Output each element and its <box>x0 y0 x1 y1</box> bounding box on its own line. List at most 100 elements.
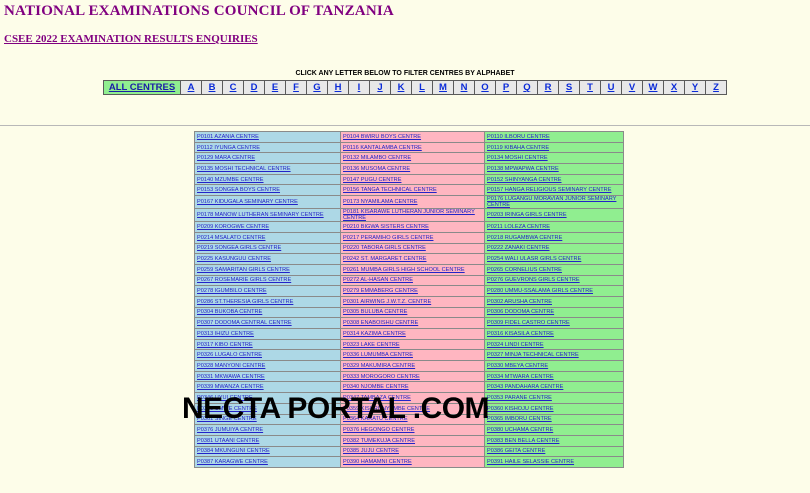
centre-link[interactable]: P0140 MZUMBE CENTRE <box>197 177 264 183</box>
centre-link[interactable]: P0267 ROSEMARIE GIRLS CENTRE <box>197 277 291 283</box>
centre-link[interactable]: P0339 MWANZA CENTRE <box>197 384 264 390</box>
letter-filter-d[interactable]: D <box>244 81 265 94</box>
letter-filter-q[interactable]: Q <box>517 81 538 94</box>
centre-link[interactable]: P0328 MANYONI CENTRE <box>197 363 265 369</box>
centre-link[interactable]: P0217 PERAMIHO GIRLS CENTRE <box>343 235 433 241</box>
centre-link[interactable]: P0167 KIDUGALA SEMINARY CENTRE <box>197 199 298 205</box>
letter-filter-w[interactable]: W <box>643 81 664 94</box>
letter-filter-e[interactable]: E <box>265 81 286 94</box>
centre-link[interactable]: P0343 PANDAHARA CENTRE <box>487 384 563 390</box>
centre-link[interactable]: P0386 GEITA CENTRE <box>487 448 545 454</box>
letter-filter-k[interactable]: K <box>391 81 412 94</box>
centre-link[interactable]: P0302 ARUSHA CENTRE <box>487 299 552 305</box>
centre-link[interactable]: P0317 KIBO CENTRE <box>197 342 253 348</box>
letter-filter-m[interactable]: M <box>433 81 454 94</box>
centre-link[interactable]: P0259 SAMARITAN GIRLS CENTRE <box>197 267 290 273</box>
centre-link[interactable]: P0178 MANOW LUTHERAN SEMINARY CENTRE <box>197 212 324 218</box>
centre-link[interactable]: P0220 TABORA GIRLS CENTRE <box>343 245 426 251</box>
letter-filter-i[interactable]: I <box>349 81 370 94</box>
centre-link[interactable]: P0327 MINJA TECHNICAL CENTRE <box>487 352 579 358</box>
centre-link[interactable]: P0309 FIDEL CASTRO CENTRE <box>487 320 570 326</box>
centre-link[interactable]: P0326 LUGALO CENTRE <box>197 352 262 358</box>
centre-link[interactable]: P0384 MKUNGUNI CENTRE <box>197 448 270 454</box>
letter-filter-t[interactable]: T <box>580 81 601 94</box>
centre-link[interactable]: P0381 UTAANI CENTRE <box>197 438 259 444</box>
letter-filter-p[interactable]: P <box>496 81 517 94</box>
letter-filter-n[interactable]: N <box>454 81 475 94</box>
centre-link[interactable]: P0313 IHIZU CENTRE <box>197 331 254 337</box>
letter-filter-s[interactable]: S <box>559 81 580 94</box>
centre-link[interactable]: P0340 NJOMBE CENTRE <box>343 384 409 390</box>
letter-filter-b[interactable]: B <box>202 81 223 94</box>
centre-link[interactable]: P0211 LOLEZA CENTRE <box>487 224 550 230</box>
centre-link[interactable]: P0203 IRINGA GIRLS CENTRE <box>487 212 567 218</box>
letter-filter-u[interactable]: U <box>601 81 622 94</box>
centre-link[interactable]: P0173 NYAMILAMA CENTRE <box>343 199 418 205</box>
centre-link[interactable]: P0323 LAKE CENTRE <box>343 342 400 348</box>
centre-link[interactable]: P0156 TANGA TECHNICAL CENTRE <box>343 187 437 193</box>
centre-link[interactable]: P0365 IMBORU CENTRE <box>487 416 552 422</box>
centre-link[interactable]: P0210 BIGWA SISTERS CENTRE <box>343 224 429 230</box>
centre-link[interactable]: P0278 IGUMBILO CENTRE <box>197 288 267 294</box>
letter-filter-y[interactable]: Y <box>685 81 706 94</box>
letter-filter-z[interactable]: Z <box>706 81 726 94</box>
centre-link[interactable]: P0242 ST. MARGARET CENTRE <box>343 256 427 262</box>
centre-link[interactable]: P0385 JUJU CENTRE <box>343 448 399 454</box>
centre-link[interactable]: P0138 MPWAPWA CENTRE <box>487 166 559 172</box>
centre-link[interactable]: P0387 KARAGWE CENTRE <box>197 459 268 465</box>
centre-link[interactable]: P0181 KISARAWE LUTHERAN JUNIOR SEMINARY … <box>343 209 475 221</box>
centre-link[interactable]: P0301 AIRWING J.W.T.Z. CENTRE <box>343 299 431 305</box>
centre-link[interactable]: P0272 AL-HASAN CENTRE <box>343 277 413 283</box>
all-centres-link[interactable]: ALL CENTRES <box>104 81 181 94</box>
letter-filter-f[interactable]: F <box>286 81 307 94</box>
centre-link[interactable]: P0330 MBEYA CENTRE <box>487 363 548 369</box>
centre-link[interactable]: P0112 IYUNGA CENTRE <box>197 145 260 151</box>
letter-filter-x[interactable]: X <box>664 81 685 94</box>
centre-link[interactable]: P0152 SHINYANGA CENTRE <box>487 177 562 183</box>
centre-link[interactable]: P0157 HANGA RELIGIOUS SEMINARY CENTRE <box>487 187 611 193</box>
centre-link[interactable]: P0225 KASUNGUU CENTRE <box>197 256 271 262</box>
centre-link[interactable]: P0254 WALI ULASR GIRLS CENTRE <box>487 256 581 262</box>
centre-link[interactable]: P0218 RUGAMBWA CENTRE <box>487 235 562 241</box>
centre-link[interactable]: P0286 ST.THERESIA GIRLS CENTRE <box>197 299 293 305</box>
centre-link[interactable]: P0153 SONGEA BOYS CENTRE <box>197 187 280 193</box>
letter-filter-v[interactable]: V <box>622 81 643 94</box>
centre-link[interactable]: P0136 MUSOMA CENTRE <box>343 166 410 172</box>
centre-link[interactable]: P0383 BEN BELLA CENTRE <box>487 438 559 444</box>
centre-link[interactable]: P0380 UCHAMA CENTRE <box>487 427 553 433</box>
centre-link[interactable]: P0209 KOROGWE CENTRE <box>197 224 269 230</box>
centre-link[interactable]: P0376 HEGONGO CENTRE <box>343 427 415 433</box>
letter-filter-o[interactable]: O <box>475 81 496 94</box>
centre-link[interactable]: P0314 KAZIMA CENTRE <box>343 331 406 337</box>
centre-link[interactable]: P0104 BWIRU BOYS CENTRE <box>343 134 421 140</box>
centre-link[interactable]: P0376 JUMUIYA CENTRE <box>197 427 263 433</box>
centre-link[interactable]: P0276 GUEVRONS GIRLS CENTRE <box>487 277 580 283</box>
centre-link[interactable]: P0280 UMMU-SSALAMA GIRLS CENTRE <box>487 288 593 294</box>
centre-link[interactable]: P0336 LUMUMBA CENTRE <box>343 352 413 358</box>
centre-link[interactable]: P0134 MOSHI CENTRE <box>487 155 548 161</box>
centre-link[interactable]: P0304 BUKOBA CENTRE <box>197 309 262 315</box>
centre-link[interactable]: P0331 MKWAWA CENTRE <box>197 374 265 380</box>
centre-link[interactable]: P0219 SONGEA GIRLS CENTRE <box>197 245 281 251</box>
centre-link[interactable]: P0329 MAKUMIRA CENTRE <box>343 363 415 369</box>
centre-link[interactable]: P0391 HAILE SELASSIE CENTRE <box>487 459 574 465</box>
centre-link[interactable]: P0176 LUGANGU MORAVIAN JUNIOR SEMINARY C… <box>487 196 616 208</box>
centre-link[interactable]: P0334 MTWARA CENTRE <box>487 374 554 380</box>
centre-link[interactable]: P0214 MSALATO CENTRE <box>197 235 266 241</box>
centre-link[interactable]: P0110 ILBORU CENTRE <box>487 134 550 140</box>
centre-link[interactable]: P0116 KANTALAMBA CENTRE <box>343 145 422 151</box>
centre-link[interactable]: P0119 KIBAHA CENTRE <box>487 145 549 151</box>
centre-link[interactable]: P0333 MOROGORO CENTRE <box>343 374 420 380</box>
centre-link[interactable]: P0129 MARA CENTRE <box>197 155 255 161</box>
centre-link[interactable]: P0222 ZANAKI CENTRE <box>487 245 550 251</box>
centre-link[interactable]: P0261 MUMBA GIRLS HIGH SCHOOL CENTRE <box>343 267 465 273</box>
centre-link[interactable]: P0390 HAMAMNI CENTRE <box>343 459 412 465</box>
letter-filter-h[interactable]: H <box>328 81 349 94</box>
letter-filter-r[interactable]: R <box>538 81 559 94</box>
centre-link[interactable]: P0265 CORNELIUS CENTRE <box>487 267 562 273</box>
centre-link[interactable]: P0135 MOSHI TECHNICAL CENTRE <box>197 166 291 172</box>
centre-link[interactable]: P0101 AZANIA CENTRE <box>197 134 259 140</box>
centre-link[interactable]: P0132 MILAMBO CENTRE <box>343 155 411 161</box>
centre-link[interactable]: P0353 PARANE CENTRE <box>487 395 552 401</box>
letter-filter-a[interactable]: A <box>181 81 202 94</box>
